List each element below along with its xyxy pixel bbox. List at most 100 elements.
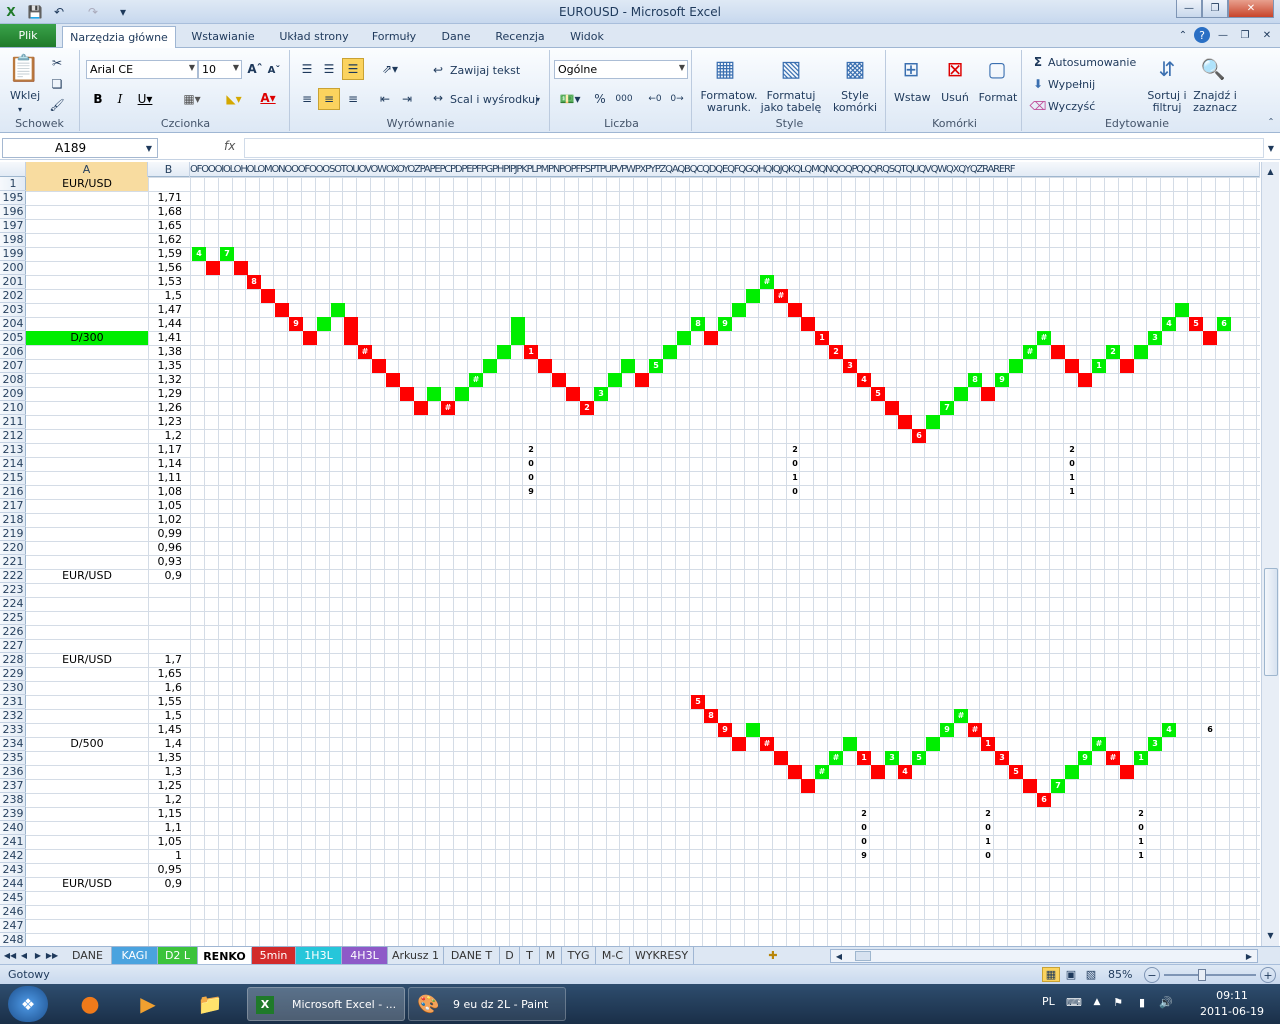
borders-icon[interactable]: ▦▾	[178, 90, 206, 108]
cell-b[interactable]: 1,17	[148, 443, 183, 457]
renko-down-brick[interactable]: 9	[289, 317, 303, 331]
renko-down-brick[interactable]	[261, 289, 275, 303]
cell-a[interactable]: EUR/USD	[26, 877, 148, 891]
renko-up-brick[interactable]	[663, 345, 677, 359]
tab-insert[interactable]: Wstawianie	[182, 26, 264, 48]
cell-b[interactable]	[148, 597, 182, 611]
cell-a[interactable]	[26, 779, 148, 793]
row-header[interactable]: 214	[0, 457, 26, 471]
row-header[interactable]: 223	[0, 583, 26, 597]
row-header[interactable]: 217	[0, 499, 26, 513]
merge-center-button[interactable]: Scal i wyśrodkuj	[450, 94, 538, 106]
renko-down-brick[interactable]	[885, 401, 899, 415]
renko-up-brick[interactable]	[621, 359, 635, 373]
column-header-strip[interactable]: OFOOOIOLOHOLOMONOOOFOOOSOTOUOVOWOXOYOZPA…	[190, 162, 1260, 177]
row-header[interactable]: 220	[0, 541, 26, 555]
row-header[interactable]: 212	[0, 429, 26, 443]
row-header[interactable]: 247	[0, 919, 26, 933]
format-cells-icon[interactable]: ▢	[982, 54, 1012, 84]
bold-icon[interactable]: B	[90, 90, 106, 108]
cell-a[interactable]	[26, 345, 148, 359]
sheet-tab[interactable]: Arkusz 1	[388, 947, 444, 964]
decrease-indent-icon[interactable]: ⇤	[376, 90, 394, 108]
cell-b[interactable]: 1,08	[148, 485, 183, 499]
renko-up-brick[interactable]	[926, 737, 940, 751]
cell-b[interactable]: 1,65	[148, 667, 183, 681]
renko-down-brick[interactable]: #	[774, 289, 788, 303]
workbook-close-icon[interactable]: ✕	[1260, 28, 1274, 42]
cell-b[interactable]: 1,32	[148, 373, 183, 387]
tab-formulas[interactable]: Formuły	[364, 26, 424, 48]
last-sheet-icon[interactable]: ▶▶	[46, 949, 58, 962]
date-digit-label[interactable]: 2	[788, 443, 802, 457]
tab-page-layout[interactable]: Układ strony	[270, 26, 358, 48]
tab-file[interactable]: Plik	[0, 24, 56, 47]
row-header[interactable]: 201	[0, 275, 26, 289]
renko-down-brick[interactable]: 1	[815, 331, 829, 345]
renko-up-brick[interactable]: #	[760, 275, 774, 289]
renko-down-brick[interactable]	[1203, 331, 1217, 345]
taskbar-excel[interactable]: X Microsoft Excel - ...	[247, 987, 405, 1021]
renko-down-brick[interactable]	[635, 373, 649, 387]
format-painter-icon[interactable]: 🖌	[48, 96, 66, 114]
sheet-tab[interactable]: DANE	[64, 947, 112, 964]
row-header[interactable]: 207	[0, 359, 26, 373]
renko-down-brick[interactable]	[1078, 373, 1092, 387]
renko-down-brick[interactable]	[344, 331, 358, 345]
row-header[interactable]: 222	[0, 569, 26, 583]
sheet-tab[interactable]: KAGI	[112, 947, 158, 964]
shrink-font-icon[interactable]: Aˇ	[266, 62, 282, 78]
cell-b[interactable]	[148, 891, 182, 905]
row-header[interactable]: 195	[0, 191, 26, 205]
minimize-button[interactable]: —	[1176, 0, 1202, 18]
row-header[interactable]: 231	[0, 695, 26, 709]
delete-button[interactable]: Usuń	[938, 92, 972, 104]
renko-down-brick[interactable]: #	[1106, 751, 1120, 765]
renko-up-brick[interactable]: 8	[691, 317, 705, 331]
wrap-text-icon[interactable]: ↩	[430, 62, 446, 78]
renko-up-brick[interactable]	[1175, 303, 1189, 317]
renko-up-brick[interactable]: 1	[1092, 359, 1106, 373]
date-digit-label[interactable]: 0	[857, 821, 871, 835]
close-button[interactable]: ✕	[1228, 0, 1274, 18]
renko-down-brick[interactable]: 3	[843, 359, 857, 373]
renko-down-brick[interactable]: #	[968, 723, 982, 737]
row-header[interactable]: 230	[0, 681, 26, 695]
row-header[interactable]: 233	[0, 723, 26, 737]
renko-up-brick[interactable]: 6	[1217, 317, 1231, 331]
row-header[interactable]: 239	[0, 807, 26, 821]
renko-down-brick[interactable]	[981, 387, 995, 401]
insert-cells-icon[interactable]: ⊞	[896, 54, 926, 84]
renko-up-brick[interactable]: #	[815, 765, 829, 779]
cell-a[interactable]	[26, 219, 148, 233]
clear-icon[interactable]: ⌫	[1030, 98, 1047, 114]
cell-a[interactable]	[26, 905, 148, 919]
renko-up-brick[interactable]: 9	[940, 723, 954, 737]
row-header[interactable]: 198	[0, 233, 26, 247]
date-digit-label[interactable]: 2	[857, 807, 871, 821]
renko-down-brick[interactable]	[871, 765, 885, 779]
renko-up-brick[interactable]: 3	[885, 751, 899, 765]
row-header[interactable]: 242	[0, 849, 26, 863]
conditional-formatting-icon[interactable]: ▦	[710, 54, 740, 84]
cell-a[interactable]	[26, 709, 148, 723]
renko-down-brick[interactable]: 2	[829, 345, 843, 359]
row-header[interactable]: 246	[0, 905, 26, 919]
renko-down-brick[interactable]	[538, 359, 552, 373]
row-header[interactable]: 210	[0, 401, 26, 415]
renko-up-brick[interactable]: 9	[718, 317, 732, 331]
date-digit-label[interactable]: 9	[857, 849, 871, 863]
date-digit-label[interactable]: 0	[524, 471, 538, 485]
renko-down-brick[interactable]	[788, 765, 802, 779]
row-header[interactable]: 236	[0, 765, 26, 779]
row-header[interactable]: 196	[0, 205, 26, 219]
format-as-table-icon[interactable]: ▧	[776, 54, 806, 84]
renko-up-brick[interactable]: 3	[1148, 331, 1162, 345]
workbook-restore-icon[interactable]: ❐	[1238, 28, 1252, 42]
cell-a[interactable]	[26, 611, 148, 625]
cell-a[interactable]	[26, 513, 148, 527]
clear-button[interactable]: Wyczyść	[1048, 101, 1095, 113]
cell-a[interactable]	[26, 401, 148, 415]
cell-b[interactable]	[148, 933, 182, 946]
row-header[interactable]: 227	[0, 639, 26, 653]
